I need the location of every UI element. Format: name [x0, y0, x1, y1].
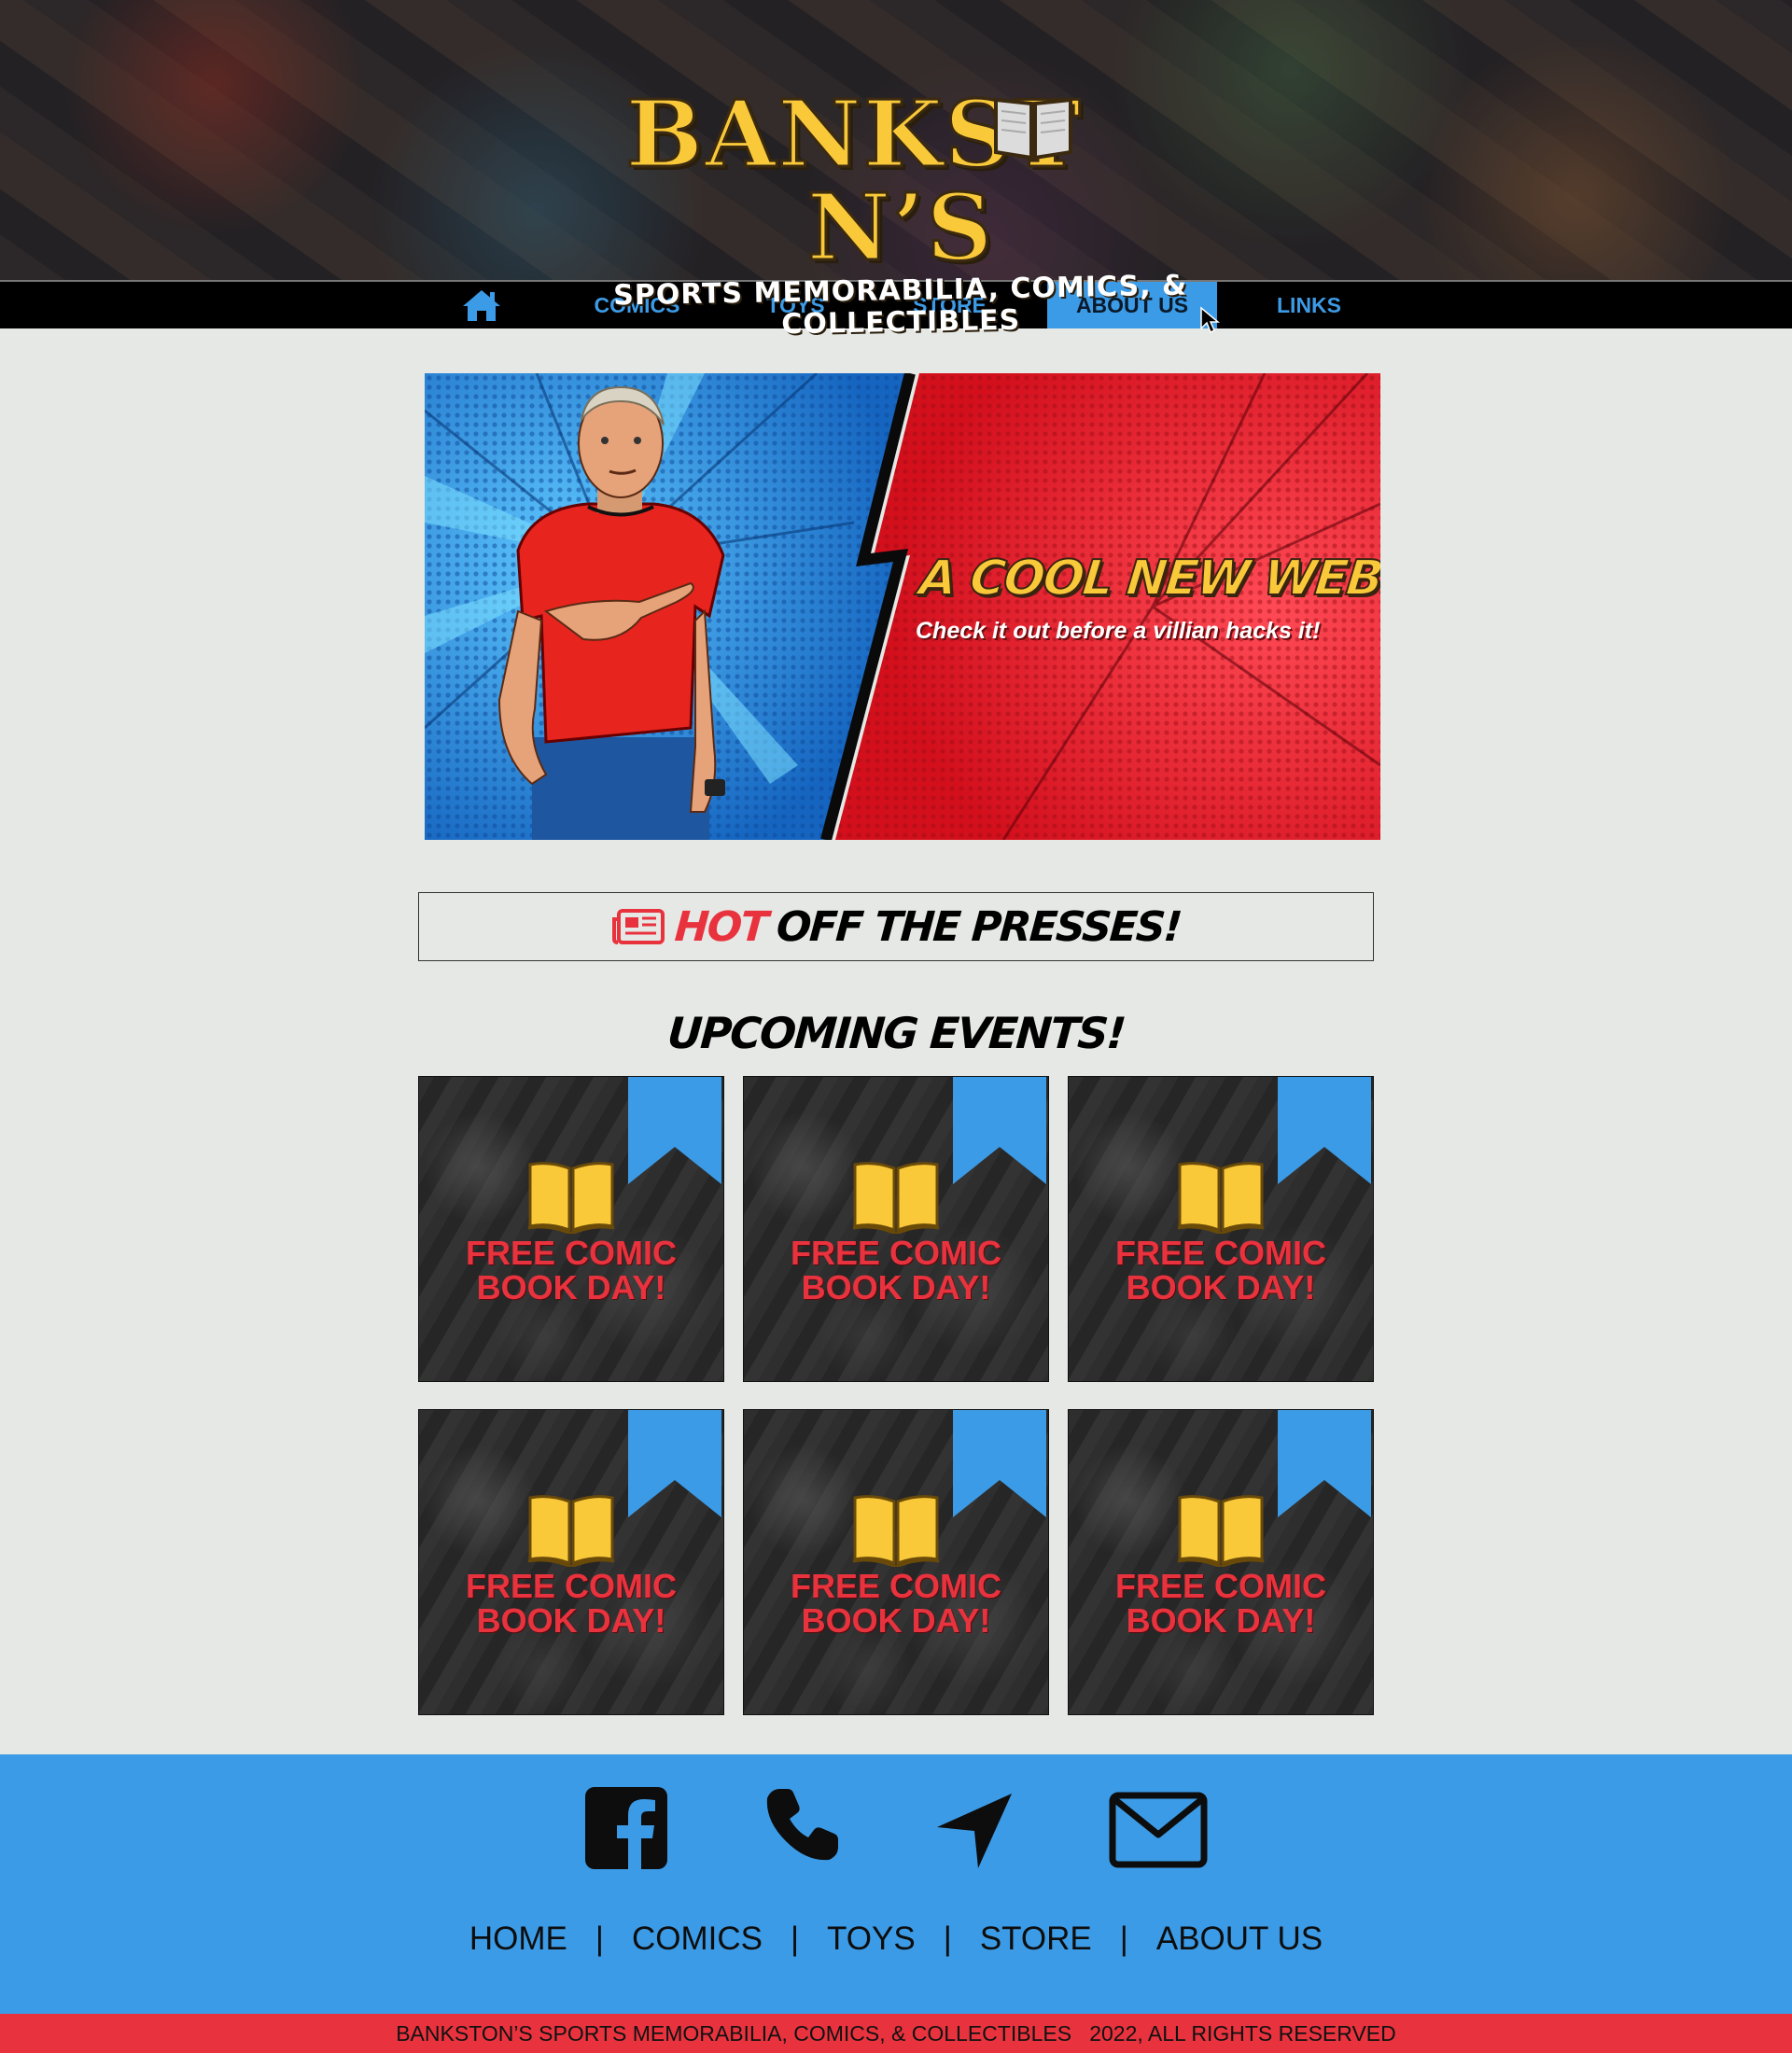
footer-link-comics[interactable]: COMICS [632, 1920, 763, 1958]
logo-subtitle: SPORTS MEMORABILIA, COMICS, & COLLECTIBL… [612, 269, 1188, 342]
event-card-line2: BOOK DAY! [1126, 1601, 1316, 1640]
event-card[interactable]: FREE COMIC BOOK DAY! [743, 1076, 1049, 1382]
event-card-title: FREE COMIC BOOK DAY! [419, 1236, 723, 1305]
event-card-line2: BOOK DAY! [801, 1268, 991, 1306]
open-book-icon [852, 1162, 940, 1234]
event-card-title: FREE COMIC BOOK DAY! [744, 1236, 1048, 1305]
event-card-title: FREE COMIC BOOK DAY! [744, 1569, 1048, 1638]
event-card-title: FREE COMIC BOOK DAY! [1069, 1569, 1373, 1638]
bookmark-icon [628, 1410, 721, 1517]
footer-link-home[interactable]: HOME [469, 1920, 567, 1958]
logo-title: BANKST N’S [624, 81, 1176, 282]
open-book-icon [1177, 1162, 1265, 1234]
open-book-icon [1177, 1495, 1265, 1567]
facebook-icon[interactable] [583, 1785, 669, 1871]
footer-link-about-us[interactable]: ABOUT US [1156, 1920, 1323, 1958]
footer-separator: | [1119, 1920, 1128, 1957]
hot-heading-rest: OFF THE PRESSES! [774, 902, 1183, 951]
event-card-line2: BOOK DAY! [801, 1601, 991, 1640]
bookmark-icon [1278, 1077, 1371, 1184]
event-card[interactable]: FREE COMIC BOOK DAY! [1068, 1076, 1374, 1382]
open-book-icon [852, 1495, 940, 1567]
event-card-line1: FREE COMIC [790, 1567, 1001, 1605]
footer-link-toys[interactable]: TOYS [827, 1920, 916, 1958]
event-card[interactable]: FREE COMIC BOOK DAY! [418, 1409, 724, 1715]
nav-home[interactable] [457, 282, 506, 328]
events-heading: UPCOMING EVENTS! [665, 1008, 1127, 1058]
event-card-line1: FREE COMIC [465, 1234, 677, 1272]
open-book-icon [527, 1162, 615, 1234]
open-book-logo-icon [994, 97, 1072, 160]
newspaper-icon [612, 909, 665, 944]
event-card-title: FREE COMIC BOOK DAY! [419, 1569, 723, 1638]
bookmark-icon [628, 1077, 721, 1184]
phone-icon[interactable] [763, 1785, 842, 1864]
event-card[interactable]: FREE COMIC BOOK DAY! [743, 1409, 1049, 1715]
event-card-title: FREE COMIC BOOK DAY! [1069, 1236, 1373, 1305]
hot-word: HOT [673, 902, 769, 951]
hero-subline: Check it out before a villian hacks it! [916, 618, 1321, 644]
event-card-line2: BOOK DAY! [476, 1268, 666, 1306]
mail-icon[interactable] [1109, 1792, 1208, 1868]
bookmark-icon [953, 1077, 1046, 1184]
location-arrow-icon[interactable] [933, 1790, 1015, 1872]
bookmark-icon [1278, 1410, 1371, 1517]
event-card-line1: FREE COMIC [465, 1567, 677, 1605]
footer-link-store[interactable]: STORE [980, 1920, 1092, 1958]
event-card[interactable]: FREE COMIC BOOK DAY! [1068, 1409, 1374, 1715]
hero-artwork [425, 373, 1380, 840]
open-book-icon [527, 1495, 615, 1567]
event-card-line2: BOOK DAY! [476, 1601, 666, 1640]
footer-separator: | [790, 1920, 800, 1957]
hero-headline: A COOL NEW WEBSITE! [916, 550, 1380, 608]
footer-separator: | [943, 1920, 952, 1957]
home-icon [463, 290, 500, 321]
header-banner: BANKST N’S SPORTS MEMORABILIA, COMICS, &… [0, 0, 1792, 341]
news-banner[interactable]: HOT OFF THE PRESSES! [418, 892, 1374, 961]
event-card-line1: FREE COMIC [790, 1234, 1001, 1272]
nav-links[interactable]: LINKS [1265, 282, 1353, 328]
footer-links: HOME | COMICS | TOYS | STORE | ABOUT US [0, 1919, 1792, 1960]
bookmark-icon [953, 1410, 1046, 1517]
event-card-line1: FREE COMIC [1114, 1567, 1326, 1605]
event-card-line1: FREE COMIC [1114, 1234, 1326, 1272]
site-logo[interactable]: BANKST N’S SPORTS MEMORABILIA, COMICS, &… [537, 87, 1265, 341]
hero-banner[interactable]: A COOL NEW WEBSITE! Check it out before … [425, 373, 1380, 840]
event-card-line2: BOOK DAY! [1126, 1268, 1316, 1306]
footer [0, 1754, 1792, 2014]
footer-separator: | [595, 1920, 604, 1957]
copyright-bar: BANKSTON’S SPORTS MEMORABILIA, COMICS, &… [0, 2014, 1792, 2053]
mouse-cursor-icon [1200, 306, 1220, 334]
event-card[interactable]: FREE COMIC BOOK DAY! [418, 1076, 724, 1382]
